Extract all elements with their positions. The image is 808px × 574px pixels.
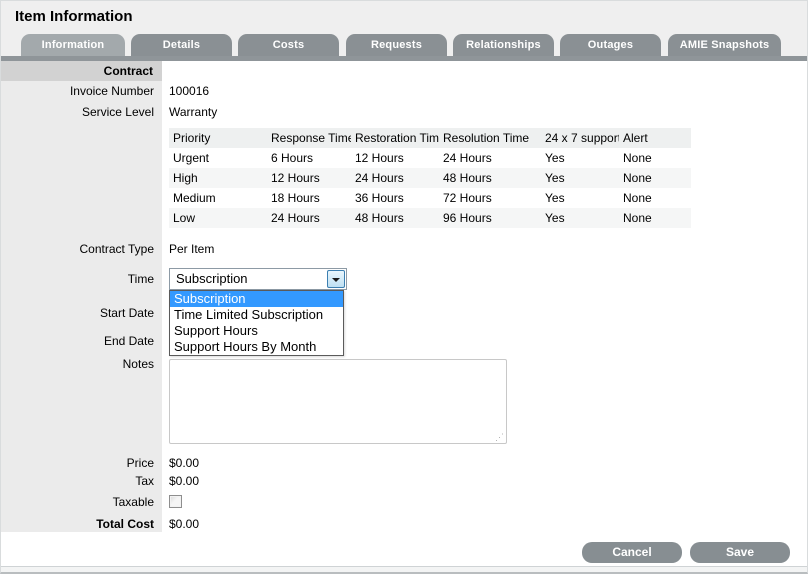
sla-header-alert: Alert — [619, 128, 691, 148]
sla-priority-table: Priority Response Time Restoration Time … — [169, 128, 691, 228]
contract-form: Contract Invoice Number 100016 Service L… — [1, 61, 808, 566]
price-value: $0.00 — [169, 453, 199, 473]
cell: 72 Hours — [439, 188, 541, 208]
cell: Low — [169, 208, 267, 228]
cancel-button[interactable]: Cancel — [582, 542, 682, 563]
sla-header-priority: Priority — [169, 128, 267, 148]
chevron-down-icon[interactable] — [327, 270, 345, 288]
table-row: Low 24 Hours 48 Hours 96 Hours Yes None — [169, 208, 691, 228]
sla-header-response: Response Time — [267, 128, 351, 148]
tab-bar: Information Details Costs Requests Relat… — [1, 34, 808, 56]
table-row: Urgent 6 Hours 12 Hours 24 Hours Yes Non… — [169, 148, 691, 168]
cell: 24 Hours — [439, 148, 541, 168]
tax-value: $0.00 — [169, 471, 199, 491]
cell: 24 Hours — [351, 168, 439, 188]
tax-row: Tax $0.00 — [1, 471, 808, 491]
cell: None — [619, 168, 691, 188]
service-level-value: Warranty — [169, 102, 217, 122]
time-row: Time — [1, 269, 808, 289]
item-information-window: Item Information Information Details Cos… — [0, 0, 808, 574]
cell: Yes — [541, 208, 619, 228]
end-date-label: End Date — [1, 331, 154, 351]
cell: 36 Hours — [351, 188, 439, 208]
total-cost-label: Total Cost — [1, 514, 154, 534]
cell: None — [619, 188, 691, 208]
cell: 96 Hours — [439, 208, 541, 228]
cell: Yes — [541, 148, 619, 168]
sla-header-resolution: Resolution Time — [439, 128, 541, 148]
page-title: Item Information — [15, 8, 133, 25]
contract-section-header: Contract — [1, 61, 162, 81]
service-level-row: Service Level Warranty — [1, 102, 808, 122]
taxable-row: Taxable — [1, 492, 808, 512]
cell: 24 Hours — [267, 208, 351, 228]
time-select-value: Subscription — [176, 269, 248, 289]
tax-label: Tax — [1, 471, 154, 491]
time-dropdown-list: Subscription Time Limited Subscription S… — [169, 290, 344, 356]
dropdown-option-support-hours-by-month[interactable]: Support Hours By Month — [170, 339, 343, 355]
cell: 12 Hours — [351, 148, 439, 168]
contract-type-label: Contract Type — [1, 239, 154, 259]
save-button[interactable]: Save — [690, 542, 790, 563]
tab-details[interactable]: Details — [131, 34, 232, 56]
dropdown-option-time-limited-subscription[interactable]: Time Limited Subscription — [170, 307, 343, 323]
cell: 48 Hours — [439, 168, 541, 188]
tab-outages[interactable]: Outages — [560, 34, 661, 56]
sla-header-support: 24 x 7 support — [541, 128, 619, 148]
cell: None — [619, 148, 691, 168]
price-row: Price $0.00 — [1, 453, 808, 473]
taxable-label: Taxable — [1, 492, 154, 512]
end-date-row: End Date — [1, 331, 808, 351]
tab-amie-snapshots[interactable]: AMIE Snapshots — [668, 34, 781, 56]
notes-input[interactable] — [169, 359, 507, 444]
cell: None — [619, 208, 691, 228]
cell: 18 Hours — [267, 188, 351, 208]
start-date-label: Start Date — [1, 303, 154, 323]
contract-type-row: Contract Type Per Item — [1, 239, 808, 259]
cell: Yes — [541, 168, 619, 188]
taxable-checkbox[interactable] — [169, 495, 182, 508]
cell: Urgent — [169, 148, 267, 168]
dropdown-option-subscription[interactable]: Subscription — [170, 291, 343, 307]
cell: 48 Hours — [351, 208, 439, 228]
invoice-number-row: Invoice Number 100016 — [1, 81, 808, 101]
window-bottom-edge — [1, 566, 808, 574]
total-cost-row: Total Cost $0.00 — [1, 514, 808, 534]
tab-relationships[interactable]: Relationships — [453, 34, 554, 56]
table-row: Medium 18 Hours 36 Hours 72 Hours Yes No… — [169, 188, 691, 208]
cell: 6 Hours — [267, 148, 351, 168]
cell: Yes — [541, 188, 619, 208]
table-row: High 12 Hours 24 Hours 48 Hours Yes None — [169, 168, 691, 188]
cell: Medium — [169, 188, 267, 208]
invoice-number-value: 100016 — [169, 81, 209, 101]
invoice-number-label: Invoice Number — [1, 81, 154, 101]
contract-type-value: Per Item — [169, 239, 214, 259]
dropdown-option-support-hours[interactable]: Support Hours — [170, 323, 343, 339]
notes-label: Notes — [1, 354, 154, 374]
price-label: Price — [1, 453, 154, 473]
cell: High — [169, 168, 267, 188]
sla-header-row: Priority Response Time Restoration Time … — [169, 128, 691, 148]
tab-requests[interactable]: Requests — [346, 34, 447, 56]
sla-header-restoration: Restoration Time — [351, 128, 439, 148]
time-select[interactable]: Subscription — [169, 268, 347, 290]
time-label: Time — [1, 269, 154, 289]
service-level-label: Service Level — [1, 102, 154, 122]
tab-costs[interactable]: Costs — [238, 34, 339, 56]
start-date-row: Start Date — [1, 303, 808, 323]
tab-information[interactable]: Information — [21, 34, 125, 56]
total-cost-value: $0.00 — [169, 514, 199, 534]
cell: 12 Hours — [267, 168, 351, 188]
